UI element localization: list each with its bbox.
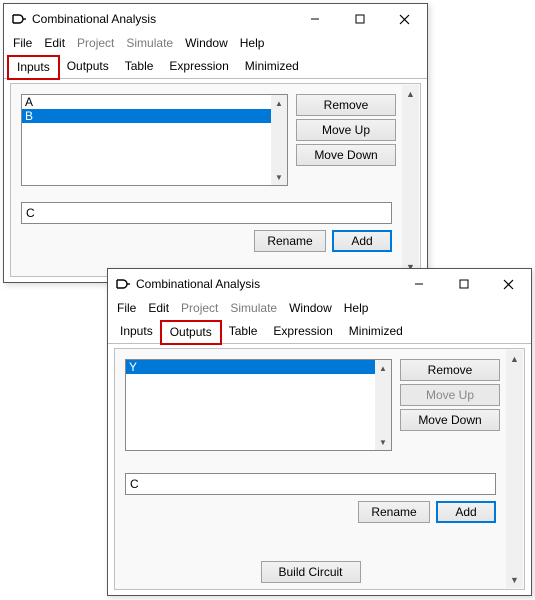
minimize-button[interactable] (292, 5, 337, 33)
titlebar[interactable]: Combinational Analysis (108, 269, 531, 299)
side-buttons: Remove Move Up Move Down (400, 359, 500, 431)
menubar: File Edit Project Simulate Window Help (4, 34, 427, 54)
close-button[interactable] (486, 270, 531, 298)
content: A B ▲ ▼ Remove Move Up Move Down (15, 88, 398, 272)
list-item[interactable]: B (22, 109, 271, 123)
window-outputs: Combinational Analysis File Edit Project… (107, 268, 532, 596)
footer: Build Circuit (119, 561, 502, 583)
maximize-button[interactable] (337, 5, 382, 33)
add-button[interactable]: Add (332, 230, 392, 252)
side-buttons: Remove Move Up Move Down (296, 94, 396, 166)
minimize-button[interactable] (396, 270, 441, 298)
list-item[interactable]: Y (126, 360, 375, 374)
maximize-button[interactable] (441, 270, 486, 298)
name-input-row (21, 202, 392, 224)
tab-outputs[interactable]: Outputs (59, 56, 117, 79)
remove-button[interactable]: Remove (296, 94, 396, 116)
panel-scrollbar[interactable]: ▲ ▼ (402, 85, 419, 275)
tab-expression[interactable]: Expression (265, 321, 340, 344)
scroll-up-icon[interactable]: ▲ (402, 85, 419, 102)
tab-expression[interactable]: Expression (161, 56, 236, 79)
tabbar: Inputs Outputs Table Expression Minimize… (108, 320, 531, 344)
moveup-button[interactable]: Move Up (400, 384, 500, 406)
menu-window[interactable]: Window (180, 35, 233, 51)
content: Y ▲ ▼ Remove Move Up Move Down Rename (119, 353, 502, 585)
menu-help[interactable]: Help (235, 35, 270, 51)
menu-edit[interactable]: Edit (39, 35, 70, 51)
menu-edit[interactable]: Edit (143, 300, 174, 316)
name-input-row (125, 473, 496, 495)
system-buttons (396, 270, 531, 298)
list-scrollbar[interactable]: ▲ ▼ (271, 95, 287, 185)
tab-inputs[interactable]: Inputs (112, 321, 161, 344)
titlebar[interactable]: Combinational Analysis (4, 4, 427, 34)
tabbar: Inputs Outputs Table Expression Minimize… (4, 55, 427, 79)
movedown-button[interactable]: Move Down (296, 144, 396, 166)
window-inputs: Combinational Analysis File Edit Project… (3, 3, 428, 283)
menu-file[interactable]: File (112, 300, 141, 316)
outputs-listbox[interactable]: Y ▲ ▼ (125, 359, 392, 451)
window-title: Combinational Analysis (132, 277, 396, 291)
tab-outputs[interactable]: Outputs (161, 321, 221, 344)
inputs-listbox[interactable]: A B ▲ ▼ (21, 94, 288, 186)
scroll-up-icon[interactable]: ▲ (506, 350, 523, 367)
menu-file[interactable]: File (8, 35, 37, 51)
name-input[interactable] (125, 473, 496, 495)
client-area: ▲ ▼ Y ▲ ▼ Remove Move Up Move Down (108, 344, 531, 594)
menu-simulate[interactable]: Simulate (121, 35, 178, 51)
app-logo-icon (10, 10, 28, 28)
window-title: Combinational Analysis (28, 12, 292, 26)
panel: ▲ ▼ A B ▲ ▼ Remove Move Up Mo (10, 83, 421, 277)
scroll-down-icon[interactable]: ▼ (271, 169, 287, 185)
add-button[interactable]: Add (436, 501, 496, 523)
tab-minimized[interactable]: Minimized (341, 321, 411, 344)
app-logo-icon (114, 275, 132, 293)
name-input[interactable] (21, 202, 392, 224)
scroll-up-icon[interactable]: ▲ (271, 95, 287, 111)
moveup-button[interactable]: Move Up (296, 119, 396, 141)
build-circuit-button[interactable]: Build Circuit (261, 561, 361, 583)
tab-table[interactable]: Table (221, 321, 266, 344)
movedown-button[interactable]: Move Down (400, 409, 500, 431)
action-row: Rename Add (358, 501, 496, 525)
menu-project[interactable]: Project (176, 300, 223, 316)
tab-minimized[interactable]: Minimized (237, 56, 307, 79)
menu-help[interactable]: Help (339, 300, 374, 316)
close-button[interactable] (382, 5, 427, 33)
rename-button[interactable]: Rename (358, 501, 430, 523)
panel-scrollbar[interactable]: ▲ ▼ (506, 350, 523, 588)
list-item[interactable]: A (22, 95, 271, 109)
menu-window[interactable]: Window (284, 300, 337, 316)
scroll-up-icon[interactable]: ▲ (375, 360, 391, 376)
menubar: File Edit Project Simulate Window Help (108, 299, 531, 319)
list-scrollbar[interactable]: ▲ ▼ (375, 360, 391, 450)
rename-button[interactable]: Rename (254, 230, 326, 252)
menu-simulate[interactable]: Simulate (225, 300, 282, 316)
system-buttons (292, 5, 427, 33)
tab-inputs[interactable]: Inputs (8, 56, 59, 79)
tab-table[interactable]: Table (117, 56, 162, 79)
scroll-down-icon[interactable]: ▼ (375, 434, 391, 450)
menu-project[interactable]: Project (72, 35, 119, 51)
remove-button[interactable]: Remove (400, 359, 500, 381)
scroll-down-icon[interactable]: ▼ (506, 571, 523, 588)
action-row: Rename Add (254, 230, 392, 254)
client-area: ▲ ▼ A B ▲ ▼ Remove Move Up Mo (4, 79, 427, 281)
panel: ▲ ▼ Y ▲ ▼ Remove Move Up Move Down (114, 348, 525, 590)
